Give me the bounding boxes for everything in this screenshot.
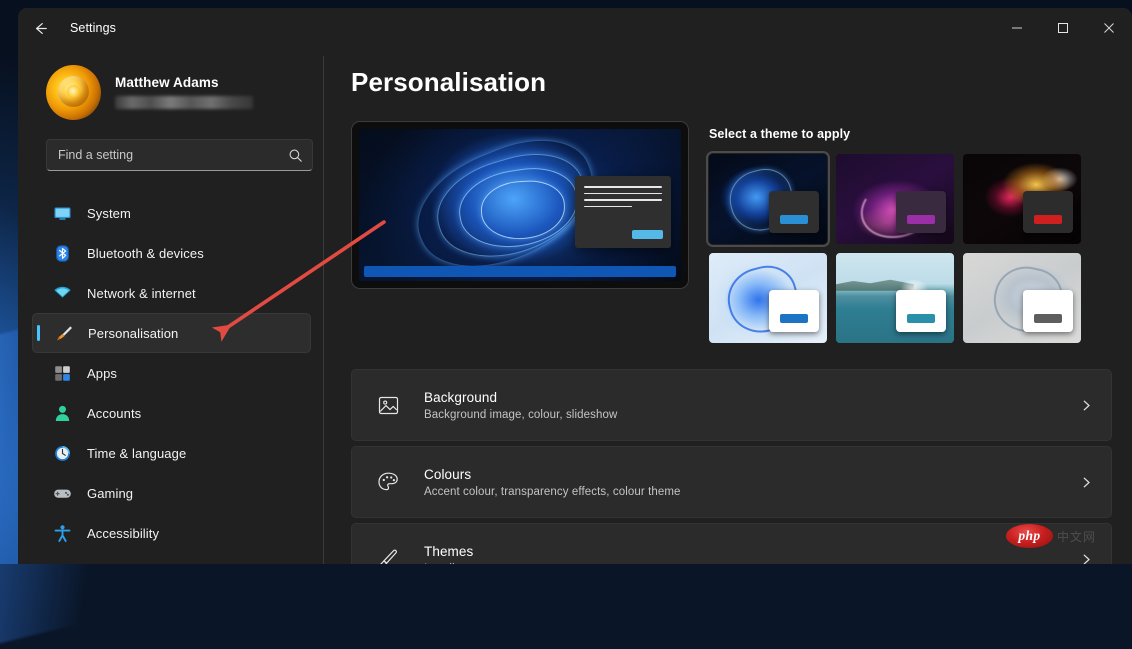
theme-thumbnail[interactable] bbox=[963, 154, 1081, 244]
sidebar-nav: System Bluetooth & devices Network & int… bbox=[32, 193, 311, 553]
sidebar-item-time-language[interactable]: Time & language bbox=[32, 433, 311, 473]
close-icon[interactable] bbox=[1086, 8, 1132, 48]
clock-icon bbox=[52, 443, 72, 463]
sidebar-item-network-internet[interactable]: Network & internet bbox=[32, 273, 311, 313]
theme-thumbnail[interactable] bbox=[836, 154, 954, 244]
chevron-right-icon[interactable] bbox=[1077, 476, 1095, 489]
title-bar: Settings bbox=[18, 8, 1132, 48]
sidebar-item-label: Apps bbox=[87, 365, 118, 381]
chevron-right-icon[interactable] bbox=[1077, 399, 1095, 412]
theme-thumbnail[interactable] bbox=[963, 253, 1081, 343]
sidebar-item-label: Accounts bbox=[87, 405, 142, 421]
sidebar-item-label: Network & internet bbox=[87, 285, 196, 301]
settings-row-background[interactable]: Background Background image, colour, sli… bbox=[351, 369, 1112, 441]
window-body: Matthew Adams Find a setting System Blue… bbox=[18, 48, 1132, 564]
chevron-right-icon[interactable] bbox=[1077, 553, 1095, 565]
theme-thumbnail[interactable] bbox=[706, 151, 830, 247]
php-watermark: php 中文网 bbox=[1005, 524, 1096, 548]
settings-row-title: Colours bbox=[424, 466, 472, 482]
settings-row-title: Background bbox=[424, 389, 498, 405]
preview-accent-button bbox=[632, 230, 663, 240]
sidebar-item-personalisation[interactable]: Personalisation bbox=[32, 313, 311, 353]
sidebar-item-label: Accessibility bbox=[87, 525, 160, 541]
main-content: Personalisation Select a theme to apply … bbox=[323, 48, 1132, 564]
account-summary[interactable]: Matthew Adams bbox=[32, 48, 311, 122]
sidebar-item-label: System bbox=[87, 205, 131, 221]
preview-dialog-mockup bbox=[575, 176, 671, 249]
wifi-icon bbox=[52, 283, 72, 303]
window-controls bbox=[994, 8, 1132, 48]
window-title: Settings bbox=[70, 21, 116, 35]
account-email-redacted bbox=[115, 96, 253, 109]
sidebar-item-apps[interactable]: Apps bbox=[32, 353, 311, 393]
settings-row-title: Themes bbox=[424, 543, 474, 559]
sidebar-item-bluetooth-devices[interactable]: Bluetooth & devices bbox=[32, 233, 311, 273]
sidebar-item-gaming[interactable]: Gaming bbox=[32, 473, 311, 513]
theme-picker: Select a theme to apply bbox=[706, 121, 1112, 343]
monitor-icon bbox=[52, 203, 72, 223]
avatar bbox=[46, 64, 101, 120]
php-logo-badge: php bbox=[1005, 524, 1053, 548]
sidebar-item-label: Personalisation bbox=[88, 325, 179, 341]
minimize-icon[interactable] bbox=[994, 8, 1040, 48]
sidebar: Matthew Adams Find a setting System Blue… bbox=[18, 48, 323, 564]
bluetooth-icon bbox=[52, 243, 72, 263]
php-watermark-text: 中文网 bbox=[1056, 529, 1096, 544]
sidebar-item-label: Gaming bbox=[87, 485, 134, 501]
settings-row-subtitle: Background image, colour, slideshow bbox=[424, 408, 618, 421]
search-icon bbox=[289, 149, 302, 162]
theme-grid bbox=[706, 151, 1112, 343]
sidebar-item-system[interactable]: System bbox=[32, 193, 311, 233]
gamepad-icon bbox=[52, 483, 72, 503]
theme-thumbnail[interactable] bbox=[709, 253, 827, 343]
maximize-icon[interactable] bbox=[1040, 8, 1086, 48]
theme-picker-heading: Select a theme to apply bbox=[709, 127, 851, 141]
picture-icon bbox=[374, 391, 402, 419]
settings-row-subtitle: Accent colour, transparency effects, col… bbox=[424, 485, 681, 498]
theme-thumbnail[interactable] bbox=[836, 253, 954, 343]
sidebar-item-accessibility[interactable]: Accessibility bbox=[32, 513, 311, 553]
settings-row-themes[interactable]: Themes Install, create, manage bbox=[351, 523, 1112, 564]
sidebar-item-label: Bluetooth & devices bbox=[87, 245, 204, 261]
page-title: Personalisation bbox=[351, 67, 547, 97]
paintbrush-icon bbox=[53, 323, 73, 343]
person-icon bbox=[52, 403, 72, 423]
settings-row-colours[interactable]: Colours Accent colour, transparency effe… bbox=[351, 446, 1112, 518]
search-input[interactable]: Find a setting bbox=[46, 139, 313, 171]
apps-grid-icon bbox=[52, 363, 72, 383]
sidebar-item-label: Time & language bbox=[87, 445, 187, 461]
palette-icon bbox=[374, 468, 402, 496]
settings-window: Settings Matthew Adams Find a setting Sy… bbox=[18, 8, 1132, 564]
settings-list: Background Background image, colour, sli… bbox=[351, 369, 1112, 564]
desktop-preview bbox=[351, 121, 689, 289]
preview-and-themes: Select a theme to apply bbox=[351, 121, 1112, 343]
paintbrush-icon bbox=[374, 545, 402, 564]
search-placeholder: Find a setting bbox=[58, 148, 134, 162]
account-name: Matthew Adams bbox=[115, 75, 219, 90]
preview-screen bbox=[359, 129, 681, 281]
sidebar-item-accounts[interactable]: Accounts bbox=[32, 393, 311, 433]
preview-taskbar bbox=[363, 266, 677, 277]
accessibility-person-icon bbox=[52, 523, 72, 543]
back-arrow-icon[interactable] bbox=[23, 13, 57, 43]
